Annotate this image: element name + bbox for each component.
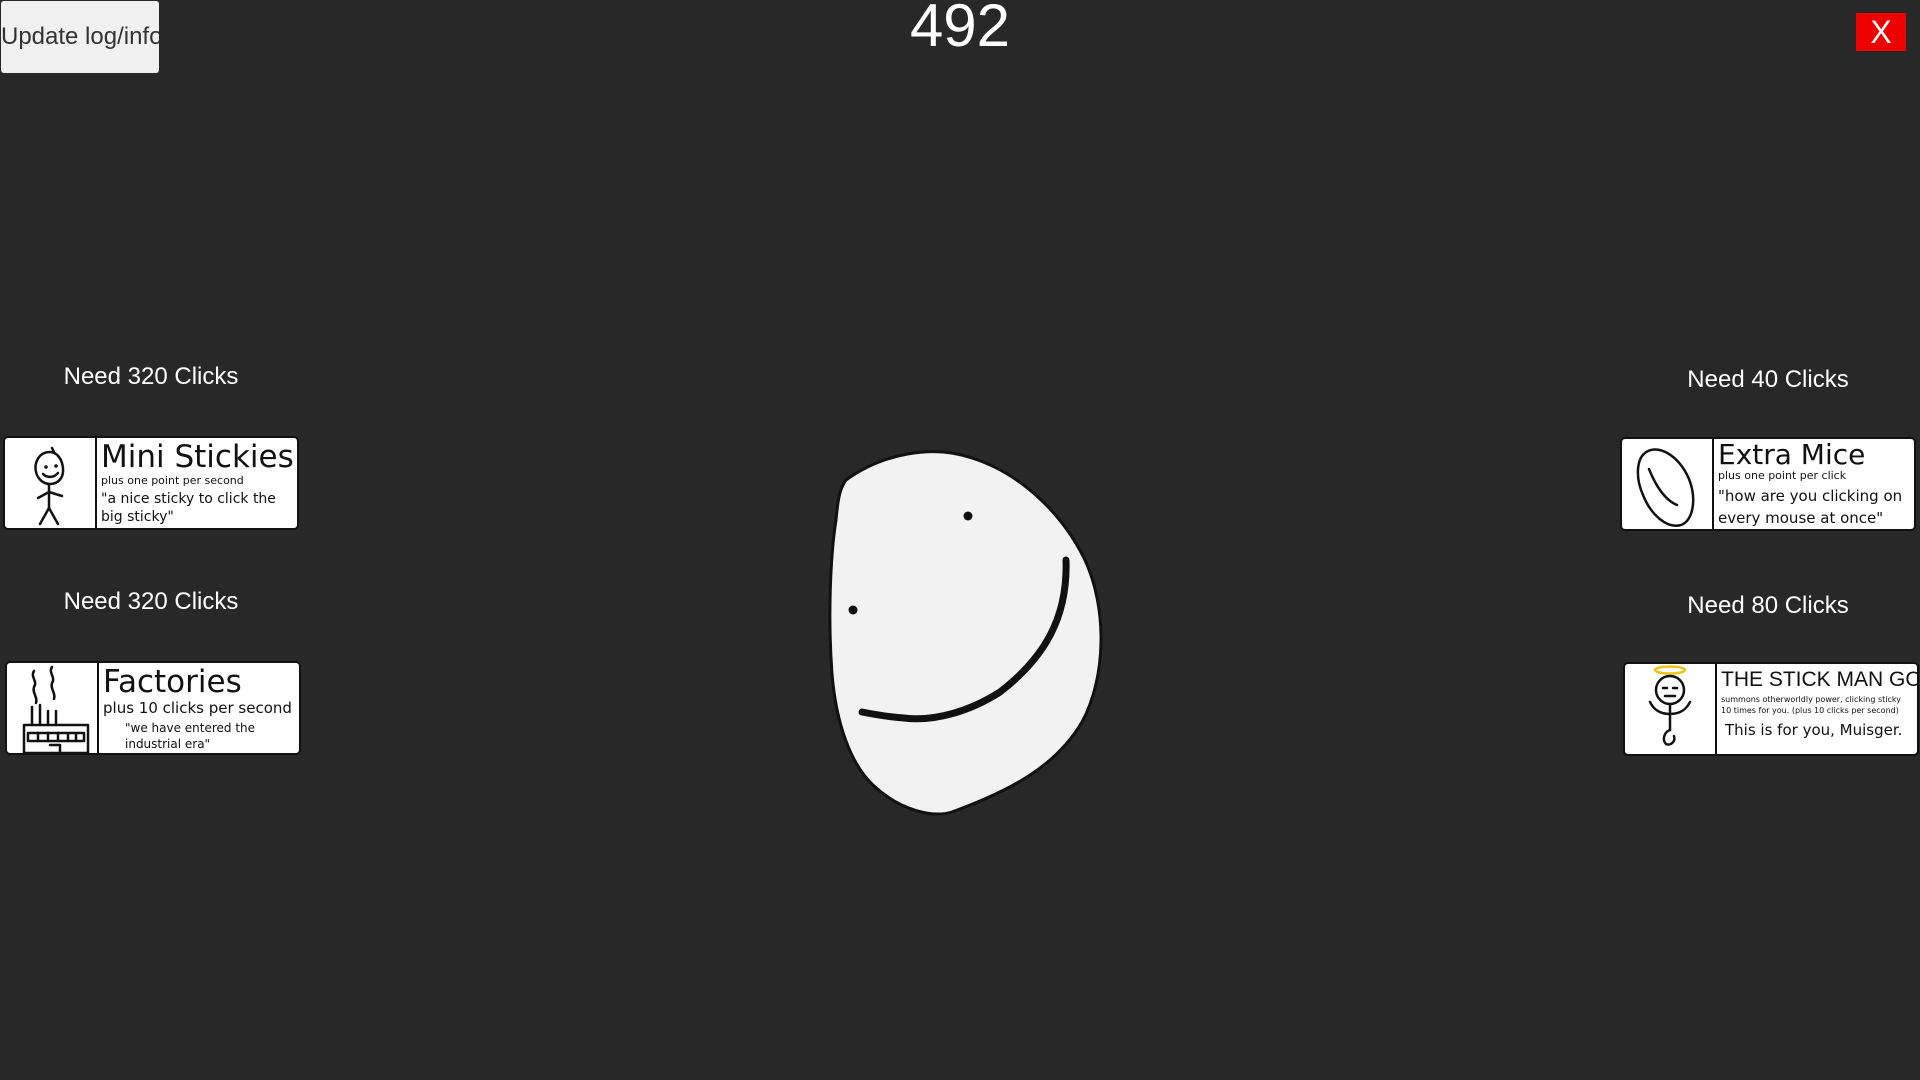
- factories-upgrade-card[interactable]: Factories plus 10 clicks per second "we …: [5, 661, 301, 755]
- factories-cost-label: Need 320 Clicks: [63, 588, 239, 615]
- mini-stickies-subtitle: plus one point per second: [101, 474, 244, 487]
- extra-mice-title: Extra Mice: [1718, 439, 1866, 471]
- smiley-face-icon: [828, 450, 1103, 816]
- stick-man-god-title: THE STICK MAN GOD: [1721, 668, 1917, 691]
- halo-stick-figure-icon: [1625, 664, 1717, 754]
- stick-figure-icon: [5, 438, 97, 528]
- stick-man-god-subtitle: summons otherworldly power, clicking sti…: [1721, 695, 1901, 715]
- factories-quote: "we have entered the industrial era": [125, 721, 256, 751]
- extra-mice-subtitle: plus one point per click: [1718, 469, 1847, 482]
- extra-mice-quote: "how are you clicking on every mouse at …: [1718, 487, 1903, 527]
- stick-man-god-upgrade-card[interactable]: THE STICK MAN GOD summons otherworldly p…: [1623, 662, 1919, 756]
- mini-stickies-quote: "a nice sticky to click the big sticky": [101, 491, 276, 525]
- mini-stickies-title: Mini Stickies: [101, 439, 294, 475]
- mini-stickies-cost-label: Need 320 Clicks: [63, 363, 239, 390]
- big-sticky-clicker[interactable]: [822, 448, 1134, 818]
- mini-stickies-upgrade-card[interactable]: Mini Stickies plus one point per second …: [3, 436, 299, 530]
- extra-mice-cost-label: Need 40 Clicks: [1687, 366, 1849, 393]
- stick-man-god-cost-label: Need 80 Clicks: [1687, 592, 1849, 619]
- factory-icon: [7, 663, 99, 753]
- click-counter: 492: [909, 0, 1011, 59]
- extra-mice-upgrade-card[interactable]: Extra Mice plus one point per click "how…: [1620, 437, 1916, 531]
- stick-man-god-quote: This is for you, Muisger.: [1725, 721, 1903, 739]
- factories-title: Factories: [103, 664, 242, 700]
- mouse-icon: [1622, 439, 1714, 529]
- factories-subtitle: plus 10 clicks per second: [103, 699, 292, 717]
- close-button[interactable]: X: [1856, 13, 1906, 51]
